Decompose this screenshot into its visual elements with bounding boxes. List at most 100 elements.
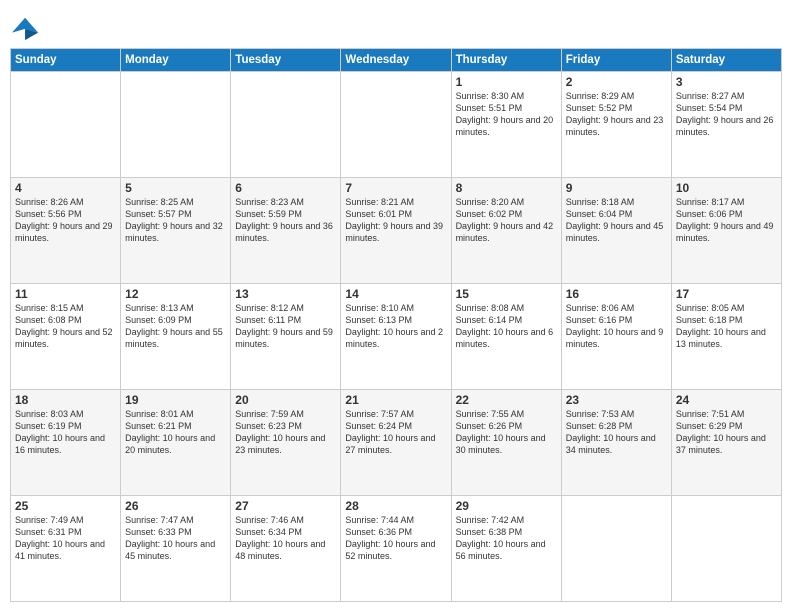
calendar-body: 1Sunrise: 8:30 AM Sunset: 5:51 PM Daylig…	[11, 72, 782, 602]
day-info: Sunrise: 8:15 AM Sunset: 6:08 PM Dayligh…	[15, 302, 116, 351]
week-row-3: 18Sunrise: 8:03 AM Sunset: 6:19 PM Dayli…	[11, 390, 782, 496]
day-info: Sunrise: 7:44 AM Sunset: 6:36 PM Dayligh…	[345, 514, 446, 563]
day-header-thursday: Thursday	[451, 49, 561, 72]
day-number: 21	[345, 393, 446, 407]
header	[10, 10, 782, 42]
day-number: 23	[566, 393, 667, 407]
day-number: 29	[456, 499, 557, 513]
day-cell: 17Sunrise: 8:05 AM Sunset: 6:18 PM Dayli…	[671, 284, 781, 390]
day-cell: 19Sunrise: 8:01 AM Sunset: 6:21 PM Dayli…	[121, 390, 231, 496]
day-number: 13	[235, 287, 336, 301]
calendar-header-row: SundayMondayTuesdayWednesdayThursdayFrid…	[11, 49, 782, 72]
day-info: Sunrise: 8:29 AM Sunset: 5:52 PM Dayligh…	[566, 90, 667, 139]
day-info: Sunrise: 8:18 AM Sunset: 6:04 PM Dayligh…	[566, 196, 667, 245]
day-cell: 27Sunrise: 7:46 AM Sunset: 6:34 PM Dayli…	[231, 496, 341, 602]
day-info: Sunrise: 8:12 AM Sunset: 6:11 PM Dayligh…	[235, 302, 336, 351]
day-number: 6	[235, 181, 336, 195]
day-cell: 6Sunrise: 8:23 AM Sunset: 5:59 PM Daylig…	[231, 178, 341, 284]
day-info: Sunrise: 7:49 AM Sunset: 6:31 PM Dayligh…	[15, 514, 116, 563]
day-cell	[11, 72, 121, 178]
day-number: 8	[456, 181, 557, 195]
day-cell	[671, 496, 781, 602]
day-number: 16	[566, 287, 667, 301]
day-cell: 2Sunrise: 8:29 AM Sunset: 5:52 PM Daylig…	[561, 72, 671, 178]
day-header-saturday: Saturday	[671, 49, 781, 72]
logo-icon	[12, 14, 40, 42]
calendar-table: SundayMondayTuesdayWednesdayThursdayFrid…	[10, 48, 782, 602]
day-number: 12	[125, 287, 226, 301]
day-cell	[121, 72, 231, 178]
day-number: 14	[345, 287, 446, 301]
day-number: 26	[125, 499, 226, 513]
day-info: Sunrise: 7:42 AM Sunset: 6:38 PM Dayligh…	[456, 514, 557, 563]
day-cell: 21Sunrise: 7:57 AM Sunset: 6:24 PM Dayli…	[341, 390, 451, 496]
day-number: 24	[676, 393, 777, 407]
day-number: 17	[676, 287, 777, 301]
day-info: Sunrise: 8:26 AM Sunset: 5:56 PM Dayligh…	[15, 196, 116, 245]
day-number: 11	[15, 287, 116, 301]
day-cell: 10Sunrise: 8:17 AM Sunset: 6:06 PM Dayli…	[671, 178, 781, 284]
day-info: Sunrise: 7:47 AM Sunset: 6:33 PM Dayligh…	[125, 514, 226, 563]
day-cell: 1Sunrise: 8:30 AM Sunset: 5:51 PM Daylig…	[451, 72, 561, 178]
day-cell: 16Sunrise: 8:06 AM Sunset: 6:16 PM Dayli…	[561, 284, 671, 390]
day-cell: 14Sunrise: 8:10 AM Sunset: 6:13 PM Dayli…	[341, 284, 451, 390]
day-info: Sunrise: 7:46 AM Sunset: 6:34 PM Dayligh…	[235, 514, 336, 563]
day-cell: 20Sunrise: 7:59 AM Sunset: 6:23 PM Dayli…	[231, 390, 341, 496]
day-info: Sunrise: 8:25 AM Sunset: 5:57 PM Dayligh…	[125, 196, 226, 245]
day-cell: 7Sunrise: 8:21 AM Sunset: 6:01 PM Daylig…	[341, 178, 451, 284]
day-number: 1	[456, 75, 557, 89]
day-info: Sunrise: 8:03 AM Sunset: 6:19 PM Dayligh…	[15, 408, 116, 457]
day-cell: 26Sunrise: 7:47 AM Sunset: 6:33 PM Dayli…	[121, 496, 231, 602]
day-cell: 28Sunrise: 7:44 AM Sunset: 6:36 PM Dayli…	[341, 496, 451, 602]
day-info: Sunrise: 7:53 AM Sunset: 6:28 PM Dayligh…	[566, 408, 667, 457]
day-info: Sunrise: 8:20 AM Sunset: 6:02 PM Dayligh…	[456, 196, 557, 245]
day-cell: 4Sunrise: 8:26 AM Sunset: 5:56 PM Daylig…	[11, 178, 121, 284]
day-cell: 25Sunrise: 7:49 AM Sunset: 6:31 PM Dayli…	[11, 496, 121, 602]
day-info: Sunrise: 8:27 AM Sunset: 5:54 PM Dayligh…	[676, 90, 777, 139]
day-number: 2	[566, 75, 667, 89]
day-header-sunday: Sunday	[11, 49, 121, 72]
day-header-tuesday: Tuesday	[231, 49, 341, 72]
day-number: 19	[125, 393, 226, 407]
day-number: 7	[345, 181, 446, 195]
day-cell: 24Sunrise: 7:51 AM Sunset: 6:29 PM Dayli…	[671, 390, 781, 496]
day-cell: 22Sunrise: 7:55 AM Sunset: 6:26 PM Dayli…	[451, 390, 561, 496]
day-cell	[231, 72, 341, 178]
day-cell: 3Sunrise: 8:27 AM Sunset: 5:54 PM Daylig…	[671, 72, 781, 178]
day-header-wednesday: Wednesday	[341, 49, 451, 72]
day-cell: 11Sunrise: 8:15 AM Sunset: 6:08 PM Dayli…	[11, 284, 121, 390]
day-info: Sunrise: 8:06 AM Sunset: 6:16 PM Dayligh…	[566, 302, 667, 351]
day-info: Sunrise: 7:55 AM Sunset: 6:26 PM Dayligh…	[456, 408, 557, 457]
week-row-1: 4Sunrise: 8:26 AM Sunset: 5:56 PM Daylig…	[11, 178, 782, 284]
logo	[10, 14, 40, 42]
day-number: 4	[15, 181, 116, 195]
day-info: Sunrise: 8:30 AM Sunset: 5:51 PM Dayligh…	[456, 90, 557, 139]
day-cell: 12Sunrise: 8:13 AM Sunset: 6:09 PM Dayli…	[121, 284, 231, 390]
day-number: 27	[235, 499, 336, 513]
day-cell: 13Sunrise: 8:12 AM Sunset: 6:11 PM Dayli…	[231, 284, 341, 390]
day-cell	[341, 72, 451, 178]
day-header-friday: Friday	[561, 49, 671, 72]
day-info: Sunrise: 8:05 AM Sunset: 6:18 PM Dayligh…	[676, 302, 777, 351]
day-info: Sunrise: 8:01 AM Sunset: 6:21 PM Dayligh…	[125, 408, 226, 457]
day-number: 18	[15, 393, 116, 407]
day-info: Sunrise: 8:21 AM Sunset: 6:01 PM Dayligh…	[345, 196, 446, 245]
day-number: 5	[125, 181, 226, 195]
day-cell	[561, 496, 671, 602]
day-info: Sunrise: 8:17 AM Sunset: 6:06 PM Dayligh…	[676, 196, 777, 245]
day-number: 10	[676, 181, 777, 195]
day-cell: 23Sunrise: 7:53 AM Sunset: 6:28 PM Dayli…	[561, 390, 671, 496]
day-cell: 9Sunrise: 8:18 AM Sunset: 6:04 PM Daylig…	[561, 178, 671, 284]
day-info: Sunrise: 7:59 AM Sunset: 6:23 PM Dayligh…	[235, 408, 336, 457]
week-row-0: 1Sunrise: 8:30 AM Sunset: 5:51 PM Daylig…	[11, 72, 782, 178]
day-cell: 8Sunrise: 8:20 AM Sunset: 6:02 PM Daylig…	[451, 178, 561, 284]
day-number: 28	[345, 499, 446, 513]
day-number: 9	[566, 181, 667, 195]
day-number: 22	[456, 393, 557, 407]
day-info: Sunrise: 8:10 AM Sunset: 6:13 PM Dayligh…	[345, 302, 446, 351]
day-header-monday: Monday	[121, 49, 231, 72]
page-container: SundayMondayTuesdayWednesdayThursdayFrid…	[0, 0, 792, 612]
day-number: 20	[235, 393, 336, 407]
day-number: 25	[15, 499, 116, 513]
day-info: Sunrise: 7:57 AM Sunset: 6:24 PM Dayligh…	[345, 408, 446, 457]
